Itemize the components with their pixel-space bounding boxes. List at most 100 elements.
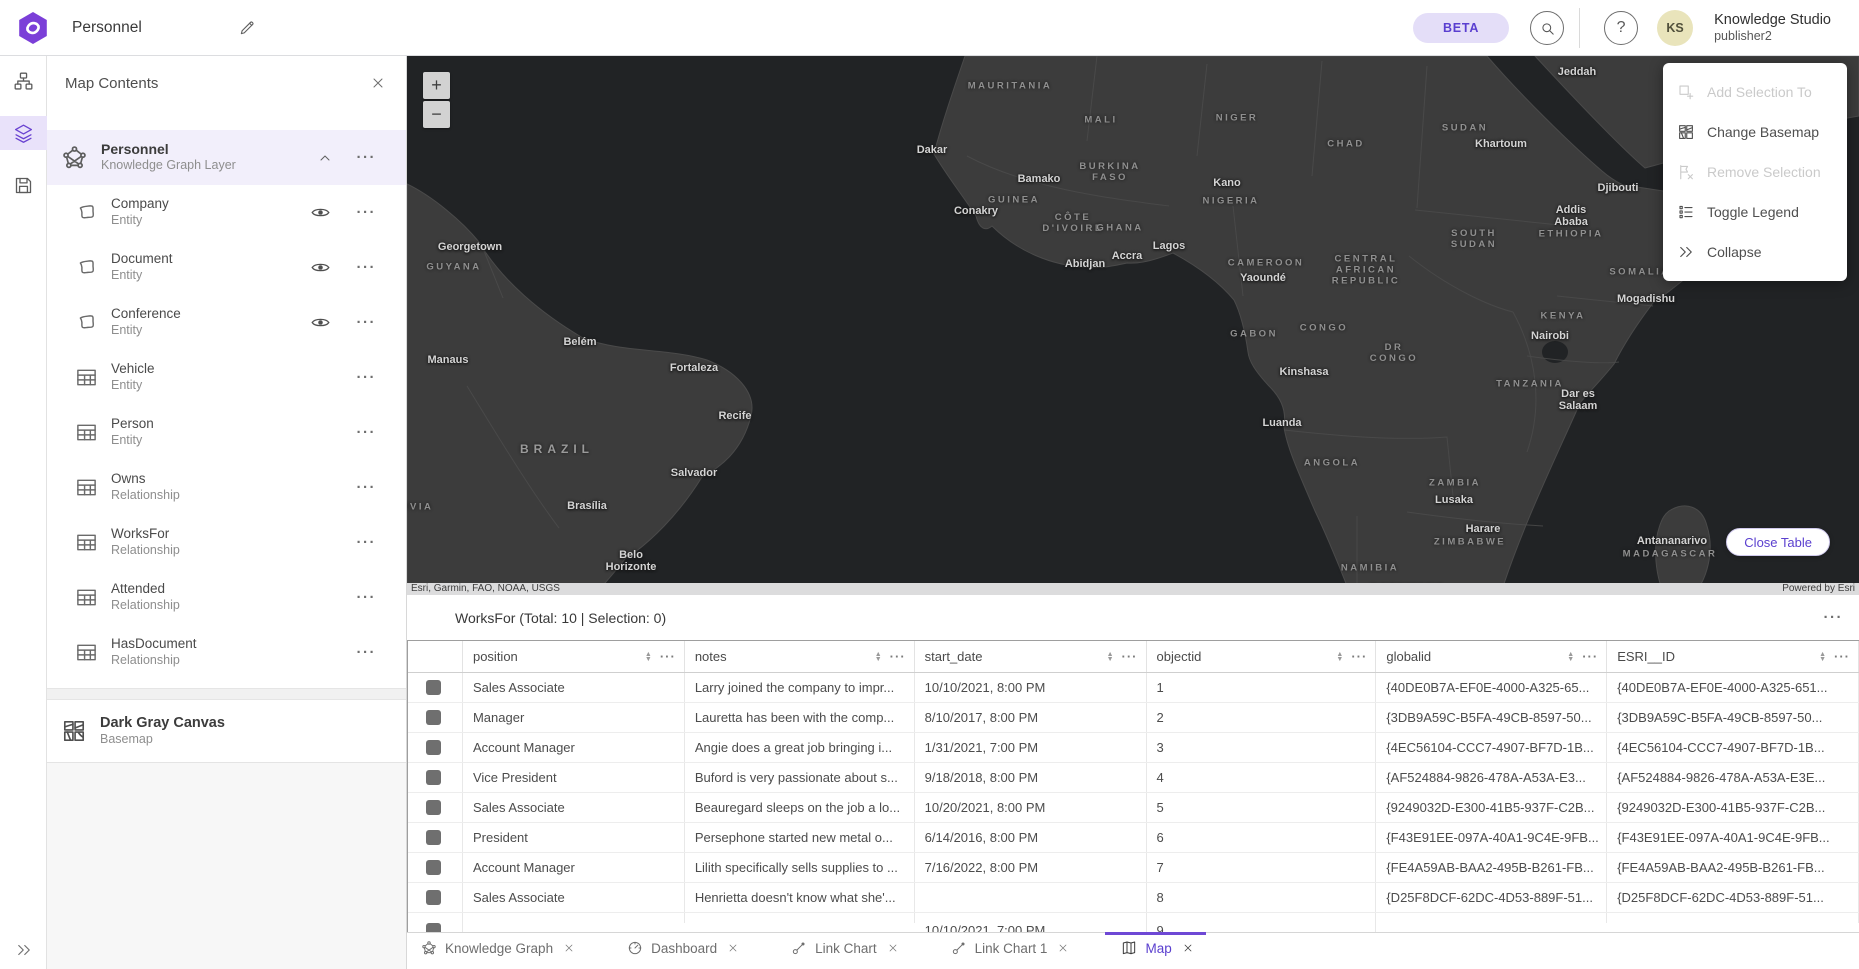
visibility-eye-icon[interactable] (310, 202, 331, 223)
zoom-out-button[interactable]: − (423, 101, 450, 128)
tab-knowledge-graph[interactable]: Knowledge Graph (421, 933, 583, 964)
close-tab-icon[interactable] (1057, 942, 1069, 954)
layer-options-ellipsis[interactable]: ··· (357, 479, 377, 496)
rail-item-save[interactable] (0, 168, 47, 202)
close-tab-icon[interactable] (1182, 942, 1194, 954)
map-view[interactable]: MAURITANIAMALINIGERCHADSUDANBURKINA FASO… (407, 56, 1859, 583)
tab-link-chart-1[interactable]: Link Chart 1 (951, 933, 1078, 964)
row-checkbox[interactable] (426, 923, 441, 932)
madagascar-landmass (1656, 506, 1711, 583)
layer-row-worksfor[interactable]: WorksFor Relationship ··· (47, 515, 406, 570)
column-header-start_date[interactable]: start_date ▲▼ ··· (915, 641, 1147, 672)
table-row: Sales AssociateLarry joined the company … (408, 673, 1859, 703)
rail-item-layers[interactable] (0, 116, 47, 150)
column-header-ESRI__ID[interactable]: ESRI__ID ▲▼ ··· (1607, 641, 1859, 672)
row-checkbox[interactable] (426, 890, 441, 905)
layer-options-ellipsis[interactable]: ··· (357, 259, 377, 276)
layer-options-ellipsis[interactable]: ··· (357, 644, 377, 661)
close-tab-icon[interactable] (563, 942, 575, 954)
help-button[interactable]: ? (1604, 11, 1638, 45)
close-tab-icon[interactable] (727, 942, 739, 954)
layer-name: WorksFor (111, 526, 310, 543)
layer-row-attended[interactable]: Attended Relationship ··· (47, 570, 406, 625)
sort-arrows-icon[interactable]: ▲▼ (645, 652, 652, 662)
column-options-ellipsis[interactable]: ··· (1122, 649, 1138, 664)
row-checkbox[interactable] (426, 710, 441, 725)
layer-row-document[interactable]: Document Entity ··· (47, 240, 406, 295)
table-options-ellipsis[interactable]: ··· (1824, 609, 1844, 626)
context-menu-item-toggle-legend[interactable]: Toggle Legend (1663, 192, 1847, 232)
layer-options-ellipsis[interactable]: ··· (357, 314, 377, 331)
tab-map[interactable]: Map (1121, 933, 1201, 964)
table-row: ManagerLauretta has been with the comp..… (408, 703, 1859, 733)
row-checkbox[interactable] (426, 740, 441, 755)
rail-item-data-model[interactable] (0, 64, 47, 98)
layer-row-vehicle[interactable]: Vehicle Entity ··· (47, 350, 406, 405)
link-chart-icon (951, 940, 967, 956)
close-tab-icon[interactable] (887, 942, 899, 954)
tab-dashboard[interactable]: Dashboard (627, 933, 747, 964)
layer-options-ellipsis[interactable]: ··· (357, 369, 377, 386)
layer-options-ellipsis[interactable]: ··· (357, 424, 377, 441)
basemap-type: Basemap (100, 732, 376, 748)
panel-section-divider (47, 688, 406, 700)
column-options-ellipsis[interactable]: ··· (1351, 649, 1367, 664)
layer-row-conference[interactable]: Conference Entity ··· (47, 295, 406, 350)
basemap-row[interactable]: Dark Gray Canvas Basemap (47, 700, 406, 762)
tab-label: Knowledge Graph (445, 941, 553, 956)
sort-arrows-icon[interactable]: ▲▼ (1107, 652, 1114, 662)
layer-name: Person (111, 416, 310, 433)
row-checkbox[interactable] (426, 860, 441, 875)
layer-row-person[interactable]: Person Entity ··· (47, 405, 406, 460)
layer-row-company[interactable]: Company Entity ··· (47, 185, 406, 240)
layer-group-personnel[interactable]: Personnel Knowledge Graph Layer ··· (47, 130, 406, 185)
edit-title-pencil-icon[interactable] (238, 19, 256, 37)
visibility-eye-icon[interactable] (310, 257, 331, 278)
sort-arrows-icon[interactable]: ▲▼ (1819, 652, 1826, 662)
search-button[interactable] (1530, 11, 1564, 45)
column-options-ellipsis[interactable]: ··· (660, 649, 676, 664)
visibility-eye-icon[interactable] (310, 312, 331, 333)
context-menu-item-remove-selection: Remove Selection (1663, 152, 1847, 192)
tab-label: Dashboard (651, 941, 717, 956)
page-title: Personnel (72, 19, 142, 37)
legend-icon (1677, 203, 1695, 221)
layer-options-ellipsis[interactable]: ··· (357, 204, 377, 221)
table-icon (75, 476, 98, 499)
column-header-objectid[interactable]: objectid ▲▼ ··· (1147, 641, 1377, 672)
cell-start_date: 10/20/2021, 8:00 PM (915, 793, 1147, 822)
rail-collapse-button[interactable] (0, 941, 47, 959)
user-avatar[interactable]: KS (1657, 10, 1693, 46)
column-options-ellipsis[interactable]: ··· (1834, 649, 1850, 664)
context-menu-item-change-basemap[interactable]: Change Basemap (1663, 112, 1847, 152)
layer-row-hasdocument[interactable]: HasDocument Relationship ··· (47, 625, 406, 680)
layer-name: Owns (111, 471, 310, 488)
sort-arrows-icon[interactable]: ▲▼ (1567, 652, 1574, 662)
collapse-group-chevron-up-icon[interactable] (317, 150, 333, 166)
layer-options-ellipsis[interactable]: ··· (357, 589, 377, 606)
layer-row-owns[interactable]: Owns Relationship ··· (47, 460, 406, 515)
row-checkbox[interactable] (426, 800, 441, 815)
row-checkbox[interactable] (426, 770, 441, 785)
sort-arrows-icon[interactable]: ▲▼ (1336, 652, 1343, 662)
tab-label: Link Chart (815, 941, 877, 956)
cell-globalid: {9249032D-E300-41B5-937F-C2B... (1376, 793, 1607, 822)
tab-link-chart[interactable]: Link Chart (791, 933, 907, 964)
zoom-in-button[interactable]: + (423, 72, 450, 99)
column-header-position[interactable]: position ▲▼ ··· (463, 641, 685, 672)
column-options-ellipsis[interactable]: ··· (1582, 649, 1598, 664)
layer-group-options-ellipsis[interactable]: ··· (357, 149, 377, 166)
row-checkbox[interactable] (426, 830, 441, 845)
panel-close-icon[interactable] (370, 75, 386, 91)
column-options-ellipsis[interactable]: ··· (890, 649, 906, 664)
column-header-notes[interactable]: notes ▲▼ ··· (685, 641, 915, 672)
row-checkbox[interactable] (426, 680, 441, 695)
knowledge-graph-layer-icon (61, 144, 88, 171)
column-header-globalid[interactable]: globalid ▲▼ ··· (1376, 641, 1607, 672)
table-row: Sales AssociateHenrietta doesn't know wh… (408, 883, 1859, 913)
sort-arrows-icon[interactable]: ▲▼ (875, 652, 882, 662)
account-info[interactable]: Knowledge Studio publisher2 (1714, 12, 1831, 43)
close-table-button[interactable]: Close Table (1726, 528, 1830, 556)
context-menu-item-collapse[interactable]: Collapse (1663, 232, 1847, 272)
layer-options-ellipsis[interactable]: ··· (357, 534, 377, 551)
